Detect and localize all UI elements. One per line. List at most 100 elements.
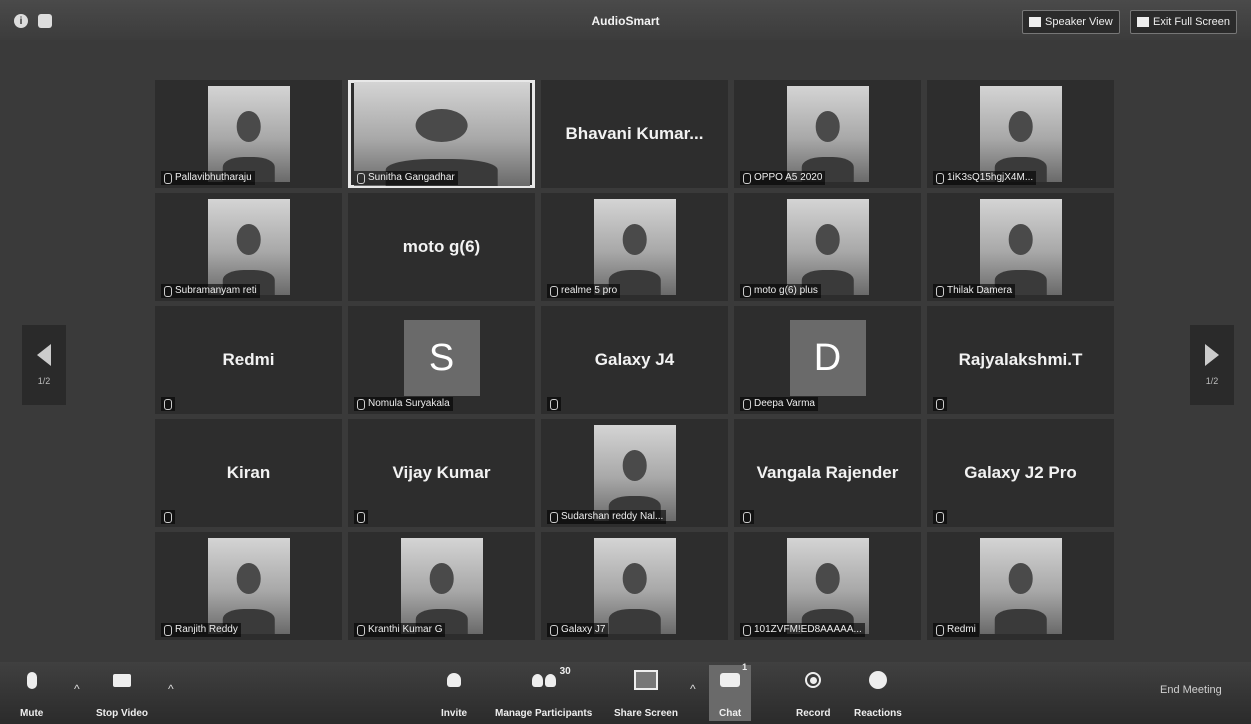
participant-name-label: Kranthi Kumar G bbox=[354, 623, 446, 637]
participant-label-text: Thilak Damera bbox=[947, 285, 1013, 296]
share-options-caret-icon[interactable]: ^ bbox=[690, 682, 696, 696]
participant-tile[interactable]: Ranjith Reddy bbox=[155, 532, 342, 640]
participant-tile[interactable]: Sudarshan reddy Nal... bbox=[541, 419, 728, 527]
chat-icon bbox=[720, 673, 741, 687]
mute-button[interactable]: Mute bbox=[20, 668, 43, 719]
participant-tile[interactable]: 101ZVFM!ED8AAAAA... bbox=[734, 532, 921, 640]
arrow-left-icon bbox=[37, 344, 51, 366]
manage-participants-button[interactable]: 30 Manage Participants bbox=[495, 666, 593, 719]
participant-label-text: Deepa Varma bbox=[754, 398, 815, 409]
stop-video-label: Stop Video bbox=[96, 708, 149, 719]
participant-label-text: realme 5 pro bbox=[561, 285, 618, 296]
speaker-view-label: Speaker View bbox=[1045, 16, 1113, 28]
participant-tile[interactable]: Galaxy J4 bbox=[541, 306, 728, 414]
participant-name-label: Subramanyam reti bbox=[161, 284, 260, 298]
participant-video bbox=[207, 199, 290, 295]
participant-video bbox=[593, 425, 676, 521]
microphone-icon bbox=[936, 398, 944, 410]
exit-full-screen-label: Exit Full Screen bbox=[1153, 16, 1231, 28]
exit-full-screen-icon bbox=[1137, 17, 1149, 27]
participant-tile[interactable]: Rajyalakshmi.T bbox=[927, 306, 1114, 414]
microphone-icon bbox=[164, 511, 172, 523]
participant-video bbox=[786, 538, 869, 634]
participant-name: moto g(6) bbox=[402, 237, 481, 256]
participant-name-label: Deepa Varma bbox=[740, 397, 818, 411]
participant-name-label: Sudarshan reddy Nal... bbox=[547, 510, 667, 524]
participant-tile[interactable]: Redmi bbox=[155, 306, 342, 414]
chat-unread-badge: 1 bbox=[742, 662, 748, 672]
participant-mic-status bbox=[161, 397, 175, 411]
participant-tile[interactable]: Thilak Damera bbox=[927, 193, 1114, 301]
participant-video bbox=[593, 538, 676, 634]
microphone-icon bbox=[743, 398, 751, 410]
video-options-caret-icon[interactable]: ^ bbox=[168, 682, 174, 696]
speaker-view-icon bbox=[1029, 17, 1041, 27]
invite-label: Invite bbox=[441, 708, 468, 719]
participant-tile[interactable]: Kranthi Kumar G bbox=[348, 532, 535, 640]
participant-tile[interactable]: Vijay Kumar bbox=[348, 419, 535, 527]
exit-full-screen-button[interactable]: Exit Full Screen bbox=[1130, 10, 1238, 34]
chat-label: Chat bbox=[719, 708, 742, 719]
participant-tile[interactable]: Sunitha Gangadhar bbox=[348, 80, 535, 188]
participant-tile[interactable]: S Nomula Suryakala bbox=[348, 306, 535, 414]
participant-name-label: Ranjith Reddy bbox=[161, 623, 241, 637]
participant-tile[interactable]: Vangala Rajender bbox=[734, 419, 921, 527]
record-button[interactable]: Record bbox=[796, 668, 830, 719]
audio-options-caret-icon[interactable]: ^ bbox=[74, 682, 80, 696]
participant-tile[interactable]: Kiran bbox=[155, 419, 342, 527]
participant-label-text: Pallavibhutharaju bbox=[175, 172, 252, 183]
participant-tile[interactable]: moto g(6) plus bbox=[734, 193, 921, 301]
microphone-icon bbox=[936, 624, 944, 636]
participant-label-text: Subramanyam reti bbox=[175, 285, 257, 296]
record-icon bbox=[805, 672, 822, 688]
chat-button[interactable]: 1 Chat bbox=[709, 662, 752, 721]
participant-name-label: 1iK3sQ15hgjX4M... bbox=[933, 171, 1037, 185]
participant-name-label: Sunitha Gangadhar bbox=[354, 171, 458, 185]
participant-label-text: 1iK3sQ15hgjX4M... bbox=[947, 172, 1034, 183]
invite-button[interactable]: Invite bbox=[441, 668, 467, 719]
participant-label-text: Nomula Suryakala bbox=[368, 398, 450, 409]
participant-name: Bhavani Kumar... bbox=[565, 124, 704, 143]
microphone-icon bbox=[357, 172, 365, 184]
microphone-icon bbox=[743, 285, 751, 297]
participant-tile[interactable]: 1iK3sQ15hgjX4M... bbox=[927, 80, 1114, 188]
participant-mic-status bbox=[354, 510, 368, 524]
manage-participants-label: Manage Participants bbox=[495, 708, 593, 719]
participant-name: Galaxy J4 bbox=[594, 350, 675, 369]
stop-video-button[interactable]: Stop Video bbox=[96, 668, 148, 719]
participant-avatar: S bbox=[403, 320, 480, 396]
participant-tile[interactable]: D Deepa Varma bbox=[734, 306, 921, 414]
participant-video bbox=[979, 86, 1062, 182]
end-meeting-button[interactable]: End Meeting bbox=[1160, 684, 1222, 696]
participant-avatar: D bbox=[789, 320, 866, 396]
participant-tile[interactable]: Bhavani Kumar... bbox=[541, 80, 728, 188]
participant-label-text: Ranjith Reddy bbox=[175, 624, 238, 635]
participant-tile[interactable]: moto g(6) bbox=[348, 193, 535, 301]
participant-name-label: realme 5 pro bbox=[547, 284, 621, 298]
microphone-icon bbox=[550, 511, 558, 523]
participant-tile[interactable]: Subramanyam reti bbox=[155, 193, 342, 301]
participant-label-text: Sunitha Gangadhar bbox=[368, 172, 455, 183]
participant-tile[interactable]: Redmi bbox=[927, 532, 1114, 640]
participant-tile[interactable]: Galaxy J2 Pro bbox=[927, 419, 1114, 527]
participant-video bbox=[207, 86, 290, 182]
participant-tile[interactable]: OPPO A5 2020 bbox=[734, 80, 921, 188]
previous-page-button[interactable]: 1/2 bbox=[22, 325, 66, 405]
participant-tile[interactable]: realme 5 pro bbox=[541, 193, 728, 301]
participant-name-label: OPPO A5 2020 bbox=[740, 171, 826, 185]
participants-count: 30 bbox=[559, 666, 571, 677]
microphone-icon bbox=[550, 285, 558, 297]
share-screen-label: Share Screen bbox=[614, 708, 678, 719]
reactions-button[interactable]: Reactions bbox=[854, 668, 902, 719]
meeting-toolbar: Mute ^ Stop Video ^ Invite 30 Manage Par… bbox=[0, 662, 1251, 724]
participant-name: Kiran bbox=[226, 463, 271, 482]
speaker-view-button[interactable]: Speaker View bbox=[1022, 10, 1120, 34]
microphone-icon bbox=[936, 511, 944, 523]
participant-tile[interactable]: Galaxy J7 bbox=[541, 532, 728, 640]
share-screen-button[interactable]: Share Screen bbox=[614, 668, 678, 719]
next-page-button[interactable]: 1/2 bbox=[1190, 325, 1234, 405]
participants-icon bbox=[531, 673, 556, 687]
participant-tile[interactable]: Pallavibhutharaju bbox=[155, 80, 342, 188]
participant-name-label: moto g(6) plus bbox=[740, 284, 821, 298]
participant-mic-status bbox=[740, 510, 754, 524]
